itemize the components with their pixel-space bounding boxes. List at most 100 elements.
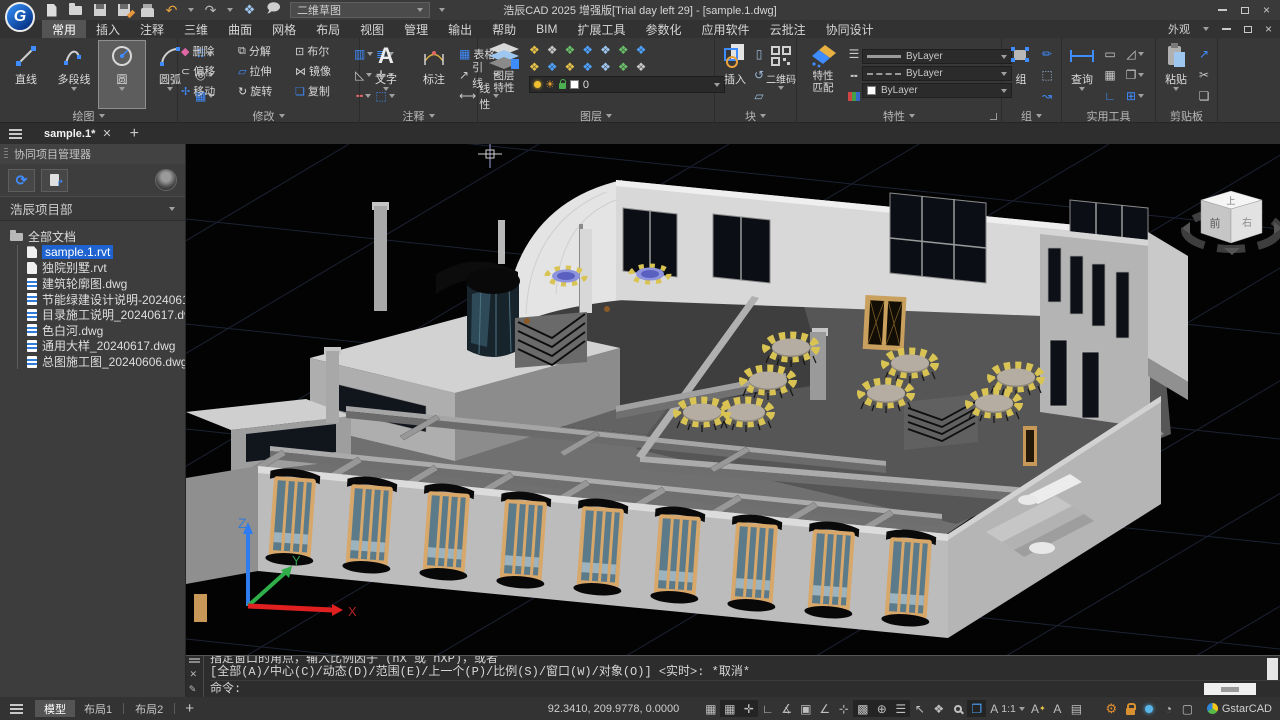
doc-restore-icon[interactable] (1244, 26, 1252, 33)
point-style-icon[interactable]: ⊞ (1126, 90, 1144, 102)
open-file-icon[interactable] (68, 3, 83, 18)
layer-lock-state-icon[interactable] (559, 83, 566, 89)
tab-collaboration[interactable]: 协同设计 (816, 20, 884, 38)
toolbar-overflow-icon[interactable] (439, 8, 445, 12)
command-input[interactable]: 命令: (210, 680, 1280, 697)
text-button[interactable]: A 文字 (363, 41, 409, 108)
group-edit-icon[interactable]: ⬚ (1041, 69, 1052, 81)
layer-unlock-icon[interactable]: ❖ (565, 44, 576, 56)
copy-clip-icon[interactable]: ↗ (1199, 48, 1209, 60)
tab-annotate[interactable]: 注释 (130, 20, 174, 38)
polar-tracking-icon[interactable]: ∡ (777, 700, 796, 717)
layer-sun-icon[interactable]: ☀ (545, 78, 555, 91)
file-item[interactable]: 总图施工图_20240606.dwg (27, 354, 185, 370)
panel-label-properties[interactable]: 特性 (797, 108, 1001, 123)
object-snap-icon[interactable]: ▣ (796, 700, 815, 717)
match-properties-button[interactable]: 特性匹配 (800, 41, 846, 108)
boolean-button[interactable]: ⊡布尔 (295, 43, 352, 59)
paste-button[interactable]: 粘贴 (1159, 41, 1193, 108)
erase-button[interactable]: ◆删除 (181, 43, 238, 59)
annotation-scale-select[interactable]: A1:1 (990, 700, 1025, 717)
viewcube-right-face[interactable]: 右 (1242, 216, 1252, 229)
panel-label-utilities[interactable]: 实用工具 (1062, 108, 1155, 123)
block-define-button[interactable]: ▱ (754, 90, 763, 102)
layer-current-icon[interactable]: ❖ (547, 61, 558, 73)
tab-view[interactable]: 视图 (350, 20, 394, 38)
panel-label-draw[interactable]: 绘图 (0, 108, 177, 123)
quick-select-icon[interactable]: ❐ (1126, 69, 1145, 81)
tab-bim[interactable]: BIM (526, 20, 567, 38)
new-layout-icon[interactable]: + (185, 700, 194, 717)
file-item[interactable]: 色白河.dwg (27, 323, 185, 339)
offset-button[interactable]: ⊂偏移 (181, 63, 238, 79)
annotation-auto-icon[interactable]: A (1048, 700, 1067, 717)
lineweight-select[interactable]: ByLayer (862, 49, 1012, 64)
save-as-icon[interactable] (116, 3, 131, 18)
doc-close-icon[interactable]: × (1265, 23, 1272, 35)
snap-mode-icon[interactable]: ✛ (739, 700, 758, 717)
tab-manage[interactable]: 管理 (394, 20, 438, 38)
layer-bulb-icon[interactable] (534, 81, 541, 88)
inquiry-button[interactable]: 查询 (1065, 41, 1099, 108)
tab-parametric[interactable]: 参数化 (636, 20, 692, 38)
new-document-tab-icon[interactable]: + (130, 125, 139, 143)
tab-mesh[interactable]: 网格 (262, 20, 306, 38)
viewcube-top-face[interactable]: 上 (1226, 196, 1235, 206)
panel-label-layer[interactable]: 图层 (478, 108, 714, 123)
corner-measure-icon[interactable]: ∟ (1104, 90, 1116, 102)
layer-off-icon[interactable]: ❖ (529, 61, 540, 73)
selection-cycling-icon[interactable]: ↖ (910, 700, 929, 717)
dynamic-input-icon[interactable]: ∠ (815, 700, 834, 717)
save-icon[interactable] (92, 3, 107, 18)
tab-surface[interactable]: 曲面 (218, 20, 262, 38)
layer-states-icon[interactable]: ❖ (636, 61, 647, 73)
area-tool-icon[interactable]: ◿ (1126, 48, 1143, 60)
file-item[interactable]: 通用大样_20240617.dwg (27, 338, 185, 354)
sync-button[interactable]: ⟳ (8, 169, 35, 192)
properties-dialog-launcher-icon[interactable] (990, 113, 997, 120)
snap-grid-icon[interactable]: ▦ (720, 700, 739, 717)
attribute-button[interactable]: ▯ (756, 48, 763, 60)
color-select[interactable]: ByLayer (862, 83, 1012, 98)
tab-output[interactable]: 输出 (438, 20, 482, 38)
dimension-button[interactable]: 标注 (411, 41, 457, 108)
panel-label-modify[interactable]: 修改 (178, 108, 359, 123)
group-select-icon[interactable]: ↝ (1042, 90, 1052, 102)
layer-restore-icon[interactable]: ❖ (618, 44, 629, 56)
grid-display-icon[interactable]: ▦ (701, 700, 720, 717)
appearance-menu[interactable]: 外观 (1168, 21, 1190, 37)
tab-insert[interactable]: 插入 (86, 20, 130, 38)
tab-layout[interactable]: 布局 (306, 20, 350, 38)
ortho-mode-icon[interactable]: ∟ (758, 700, 777, 717)
zoom-status-icon[interactable] (948, 700, 967, 717)
command-window[interactable]: ✕ ✎ 指定窗口的角点，输入比例因子 (nX 或 nXP)，或者 [全部(A)/… (186, 655, 1280, 697)
document-tab[interactable]: sample.1* ✕ (38, 123, 118, 144)
file-item[interactable]: 目录施工说明_20240617.dwg (27, 307, 185, 323)
rotate-button[interactable]: ↻旋转 (238, 83, 295, 99)
command-grip-icon[interactable] (189, 658, 200, 663)
cut-icon[interactable]: ✂ (1199, 69, 1209, 81)
restore-icon[interactable] (1241, 7, 1249, 14)
layer-merge-icon[interactable]: ❖ (600, 44, 611, 56)
workspace-grid-icon[interactable]: ▤ (1067, 700, 1086, 717)
tab-3d[interactable]: 三维 (174, 20, 218, 38)
ruler-icon[interactable]: ▭ (1104, 48, 1115, 60)
tab-cloud-markup[interactable]: 云批注 (760, 20, 816, 38)
file-item[interactable]: 建筑轮廓图.dwg (27, 276, 185, 292)
close-icon[interactable]: × (1263, 4, 1270, 16)
lineweight-icon[interactable]: ☰ (849, 48, 860, 60)
undo-icon[interactable]: ↶ (164, 3, 179, 18)
annotation-visibility-icon[interactable]: A✦ (1029, 700, 1048, 717)
panel-label-group[interactable]: 组 (1002, 108, 1061, 123)
minimize-icon[interactable] (1218, 9, 1227, 11)
tab-help[interactable]: 帮助 (482, 20, 526, 38)
hardware-accel-icon[interactable] (1140, 700, 1159, 717)
panel-label-block[interactable]: 块 (715, 108, 796, 123)
layer-combo[interactable]: ☀ 0 (529, 76, 725, 93)
isolate-objects-icon[interactable]: ◔ (1159, 700, 1178, 717)
hatch-preview-icon[interactable]: ▩ (853, 700, 872, 717)
calculator-icon[interactable]: ▦ (1104, 69, 1115, 81)
user-avatar[interactable] (155, 169, 177, 191)
3d-osnap-icon[interactable]: ⊹ (834, 700, 853, 717)
command-vertical-scrollbar[interactable] (1267, 658, 1278, 680)
